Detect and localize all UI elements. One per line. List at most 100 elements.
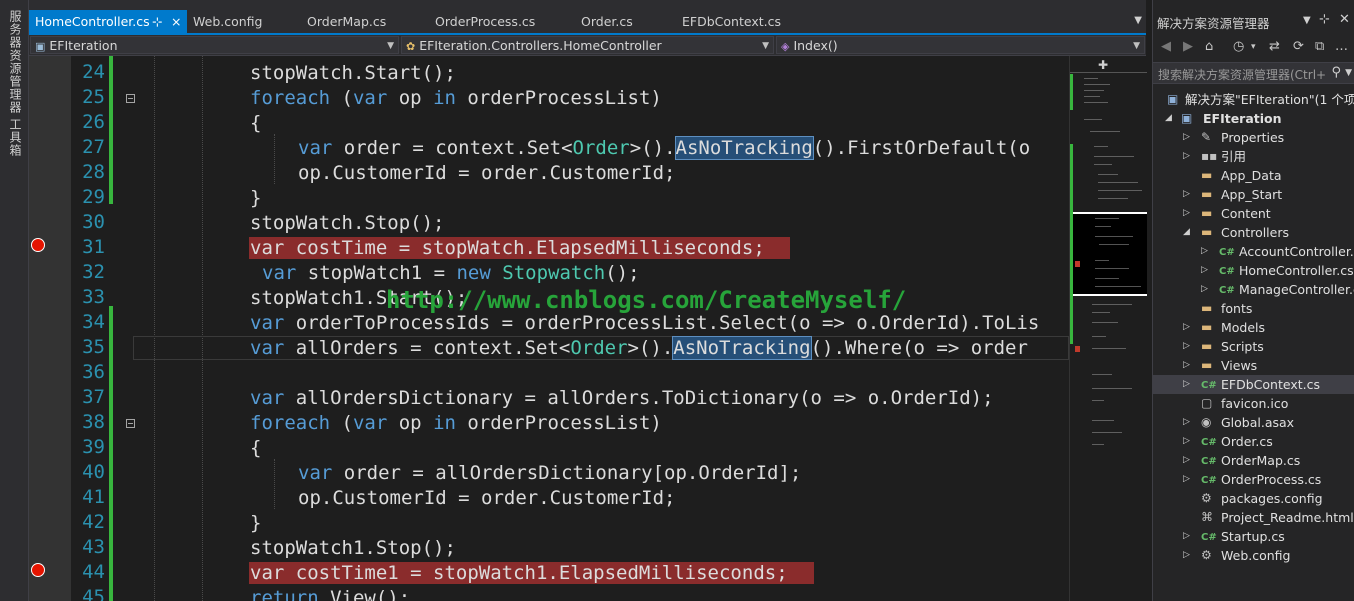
code-line-27[interactable]: var order = context.Set<Order>().AsNoTra… (298, 136, 1030, 161)
breakpoint-margin[interactable] (29, 56, 71, 601)
tab-overflow-dropdown-icon[interactable]: ▼ (1134, 15, 1142, 26)
tree-item-file-selected[interactable]: ▷ C# EFDbContext.cs (1153, 375, 1354, 394)
chevron-down-icon[interactable]: ▾ (1251, 42, 1256, 52)
collapsed-arrow-icon[interactable]: ▷ (1201, 242, 1208, 261)
tree-item-file[interactable]: ▷ C# Order.cs (1153, 432, 1354, 451)
tree-item-file[interactable]: ▷ ⚙ Web.config (1153, 546, 1354, 565)
collapsed-arrow-icon[interactable]: ▷ (1183, 546, 1190, 565)
code-line-38[interactable]: foreach (var op in orderProcessList) (250, 411, 662, 436)
pin-icon[interactable]: ⊹ (152, 10, 162, 33)
more-icon[interactable]: … (1335, 39, 1348, 54)
tree-item-file[interactable]: ▷ C# OrderProcess.cs (1153, 470, 1354, 489)
collapsed-arrow-icon[interactable]: ▷ (1201, 280, 1208, 299)
member-dropdown[interactable]: ◈ Index() ▼ (776, 36, 1145, 54)
minimap-viewport[interactable] (1073, 212, 1147, 296)
collapsed-arrow-icon[interactable]: ▷ (1183, 375, 1190, 394)
code-line-40[interactable]: var order = allOrdersDictionary[op.Order… (298, 461, 801, 486)
collapse-toggle[interactable] (126, 94, 135, 103)
home-icon[interactable]: ⌂ (1205, 39, 1213, 54)
code-line-45[interactable]: return View(); (250, 586, 410, 601)
collapsed-arrow-icon[interactable]: ▷ (1183, 337, 1190, 356)
toolbox-tab[interactable]: 工具箱 (4, 118, 24, 157)
tree-item-folder[interactable]: ▷ ▬ Models (1153, 318, 1354, 337)
forward-icon[interactable]: ▶ (1183, 39, 1193, 54)
collapsed-arrow-icon[interactable]: ▷ (1183, 432, 1190, 451)
solution-search-box[interactable]: 搜索解决方案资源管理器(Ctrl+ ⚲ ▼ (1153, 62, 1354, 84)
tree-item-solution[interactable]: ▣ 解决方案"EFIteration"(1 个项目 (1153, 90, 1354, 109)
code-line-43[interactable]: stopWatch1.Stop(); (250, 536, 456, 561)
code-line-29[interactable]: } (250, 186, 261, 211)
collapsed-arrow-icon[interactable]: ▷ (1183, 451, 1190, 470)
tree-item-folder[interactable]: ▬ App_Data (1153, 166, 1354, 185)
breakpoint-icon[interactable] (31, 563, 45, 577)
tree-item-file[interactable]: ▷ C# Startup.cs (1153, 527, 1354, 546)
collapsed-arrow-icon[interactable]: ▷ (1183, 128, 1190, 147)
tab-homecontroller[interactable]: HomeController.cs ⊹ × (29, 10, 187, 33)
tree-item-file[interactable]: ▷ C# ManageController.cs (1153, 280, 1354, 299)
collapsed-arrow-icon[interactable]: ▷ (1183, 204, 1190, 223)
tree-item-file[interactable]: ⚙ packages.config (1153, 489, 1354, 508)
close-icon[interactable]: ✕ (1339, 12, 1350, 27)
code-line-34[interactable]: var orderToProcessIds = orderProcessList… (250, 311, 1039, 336)
tree-item-properties[interactable]: ▷ ✎ Properties (1153, 128, 1354, 147)
expanded-arrow-icon[interactable]: ◢ (1183, 223, 1190, 242)
collapsed-arrow-icon[interactable]: ▷ (1201, 261, 1208, 280)
tree-item-file[interactable]: ▷ C# AccountController.cs (1153, 242, 1354, 261)
tab-efdbcontext[interactable]: EFDbContext.cs (676, 10, 816, 33)
tree-item-folder[interactable]: ▬ fonts (1153, 299, 1354, 318)
server-explorer-tab[interactable]: 服务器资源管理器 (4, 10, 24, 114)
search-icon[interactable]: ⚲ (1331, 65, 1341, 80)
code-line-37[interactable]: var allOrdersDictionary = allOrders.ToDi… (250, 386, 994, 411)
code-line-26[interactable]: { (250, 111, 261, 136)
code-line-32[interactable]: var stopWatch1 = new Stopwatch(); (262, 261, 640, 286)
code-line-44[interactable]: var costTime1 = stopWatch1.ElapsedMillis… (250, 561, 788, 586)
chevron-down-icon[interactable]: ▼ (1345, 68, 1352, 78)
tree-item-folder[interactable]: ▷ ▬ Scripts (1153, 337, 1354, 356)
close-icon[interactable]: × (171, 10, 181, 33)
split-view-icon[interactable]: ✚ (1098, 58, 1108, 72)
code-line-31[interactable]: var costTime = stopWatch.ElapsedMillisec… (250, 236, 765, 261)
collapsed-arrow-icon[interactable]: ▷ (1183, 318, 1190, 337)
project-dropdown[interactable]: ▣ EFIteration ▼ (30, 36, 399, 54)
code-line-42[interactable]: } (250, 511, 261, 536)
collapsed-arrow-icon[interactable]: ▷ (1183, 527, 1190, 546)
collapsed-arrow-icon[interactable]: ▷ (1183, 147, 1190, 166)
code-minimap[interactable]: ✚ (1069, 56, 1147, 601)
code-line-30[interactable]: stopWatch.Stop(); (250, 211, 444, 236)
code-line-28[interactable]: op.CustomerId = order.CustomerId; (298, 161, 676, 186)
tree-item-folder[interactable]: ◢ ▬ Controllers (1153, 223, 1354, 242)
code-line-25[interactable]: foreach (var op in orderProcessList) (250, 86, 662, 111)
tab-web-config[interactable]: Web.config (187, 10, 305, 33)
tree-item-file[interactable]: ▷ ◉ Global.asax (1153, 413, 1354, 432)
expanded-arrow-icon[interactable]: ◢ (1165, 109, 1172, 128)
tree-item-file[interactable]: ⌘ Project_Readme.html (1153, 508, 1354, 527)
pin-icon[interactable]: ⊹ (1319, 12, 1330, 27)
collapse-toggle[interactable] (126, 419, 135, 428)
tree-item-file[interactable]: ▷ C# OrderMap.cs (1153, 451, 1354, 470)
tree-item-folder[interactable]: ▷ ▬ Views (1153, 356, 1354, 375)
back-icon[interactable]: ◀ (1161, 39, 1171, 54)
tree-item-file[interactable]: ▷ C# HomeController.cs (1153, 261, 1354, 280)
collapsed-arrow-icon[interactable]: ▷ (1183, 185, 1190, 204)
tree-item-folder[interactable]: ▷ ▬ Content (1153, 204, 1354, 223)
collapsed-arrow-icon[interactable]: ▷ (1183, 470, 1190, 489)
code-line-41[interactable]: op.CustomerId = order.CustomerId; (298, 486, 676, 511)
tree-item-references[interactable]: ▷ ▪▪ 引用 (1153, 147, 1354, 166)
tab-order[interactable]: Order.cs (575, 10, 676, 33)
breakpoint-icon[interactable] (31, 238, 45, 252)
sync-icon[interactable]: ◷ (1233, 39, 1244, 54)
tab-orderprocess[interactable]: OrderProcess.cs (429, 10, 575, 33)
class-dropdown[interactable]: ✿ EFIteration.Controllers.HomeController… (401, 36, 774, 54)
collapsed-arrow-icon[interactable]: ▷ (1183, 356, 1190, 375)
code-line-35[interactable]: var allOrders = context.Set<Order>().AsN… (250, 336, 1028, 361)
pending-changes-icon[interactable]: ⇄ (1269, 39, 1280, 54)
tab-ordermap[interactable]: OrderMap.cs (301, 10, 429, 33)
collapsed-arrow-icon[interactable]: ▷ (1183, 413, 1190, 432)
tree-item-file[interactable]: ▢ favicon.ico (1153, 394, 1354, 413)
tree-item-project[interactable]: ◢ ▣ EFIteration (1153, 109, 1354, 128)
code-line-24[interactable]: stopWatch.Start(); (250, 61, 456, 86)
collapse-all-icon[interactable]: ⧉ (1315, 39, 1324, 54)
code-line-39[interactable]: { (250, 436, 261, 461)
panel-options-icon[interactable]: ▼ (1303, 15, 1311, 26)
refresh-icon[interactable]: ⟳ (1293, 39, 1304, 54)
